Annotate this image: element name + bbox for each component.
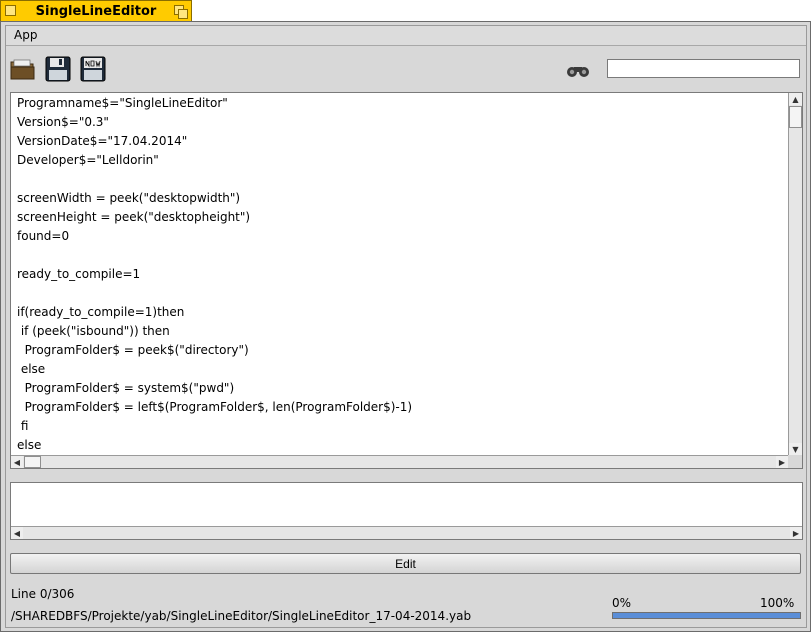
code-line[interactable]: screenWidth = peek("desktopwidth")	[17, 189, 786, 208]
code-line[interactable]: Developer$="Lelldorin"	[17, 151, 786, 170]
code-line[interactable]: else	[17, 360, 786, 379]
zoom-box-icon[interactable]	[174, 5, 188, 19]
horizontal-scroll-thumb[interactable]	[24, 456, 41, 468]
search-input[interactable]	[607, 59, 800, 78]
menu-app[interactable]: App	[14, 28, 37, 42]
output-horizontal-scrollbar[interactable]: ◀ ▶	[11, 526, 802, 539]
line-counter: Line 0/306	[11, 587, 75, 601]
code-editor[interactable]: Programname$="SingleLineEditor" Version$=…	[10, 92, 803, 469]
output-scroll-left-arrow-icon[interactable]: ◀	[11, 527, 23, 539]
window-title: SingleLineEditor	[35, 4, 157, 19]
scroll-right-arrow-icon[interactable]: ▶	[776, 456, 788, 468]
vertical-scroll-thumb[interactable]	[789, 106, 802, 128]
code-line[interactable]: ProgramFolder$ = peek$("directory")	[17, 341, 786, 360]
code-line[interactable]	[17, 246, 786, 265]
code-line[interactable]: fi	[17, 417, 786, 436]
window-content: App Programname$="SingleLineEditor" Vers…	[5, 25, 807, 628]
horizontal-scrollbar[interactable]: ◀ ▶	[11, 455, 788, 468]
code-line[interactable]: screenHeight = peek("desktopheight")	[17, 208, 786, 227]
open-folder-icon[interactable]	[10, 56, 36, 82]
scroll-down-arrow-icon[interactable]: ▼	[789, 443, 802, 455]
code-line[interactable]: else	[17, 436, 786, 454]
close-box-icon[interactable]	[5, 5, 16, 16]
progress-max-label: 100%	[760, 596, 795, 610]
code-line[interactable]: Version$="0.3"	[17, 113, 786, 132]
progress-bar	[612, 612, 801, 619]
code-line[interactable]: ProgramFolder$ = system$("pwd")	[17, 379, 786, 398]
output-scroll-right-arrow-icon[interactable]: ▶	[790, 527, 802, 539]
menubar: App	[6, 26, 806, 46]
code-line[interactable]: if (peek("isbound")) then	[17, 322, 786, 341]
code-line[interactable]: if(ready_to_compile=1)then	[17, 303, 786, 322]
save-icon[interactable]	[45, 56, 71, 82]
file-path: /SHAREDBFS/Projekte/yab/SingleLineEditor…	[11, 609, 472, 623]
code-line[interactable]	[17, 284, 786, 303]
vertical-scrollbar[interactable]: ▲ ▼	[788, 93, 802, 455]
edit-button[interactable]: Edit	[10, 553, 801, 574]
code-line[interactable]: VersionDate$="17.04.2014"	[17, 132, 786, 151]
binoculars-icon[interactable]	[566, 62, 590, 78]
code-lines[interactable]: Programname$="SingleLineEditor" Version$=…	[17, 94, 786, 454]
code-line[interactable]: ready_to_compile=1	[17, 265, 786, 284]
scroll-corner	[788, 455, 802, 468]
code-line[interactable]	[17, 170, 786, 189]
window-title-tab[interactable]: SingleLineEditor	[0, 0, 192, 21]
output-area[interactable]: ◀ ▶	[10, 482, 803, 540]
save-new-icon[interactable]	[80, 56, 106, 82]
code-line[interactable]: Programname$="SingleLineEditor"	[17, 94, 786, 113]
scroll-up-arrow-icon[interactable]: ▲	[789, 93, 802, 105]
progress-min-label: 0%	[612, 596, 632, 610]
window-frame: App Programname$="SingleLineEditor" Vers…	[0, 21, 811, 632]
scroll-left-arrow-icon[interactable]: ◀	[11, 456, 23, 468]
code-line[interactable]: found=0	[17, 227, 786, 246]
progress-bar-fill	[613, 613, 800, 618]
code-line[interactable]: ProgramFolder$ = left$(ProgramFolder$, l…	[17, 398, 786, 417]
